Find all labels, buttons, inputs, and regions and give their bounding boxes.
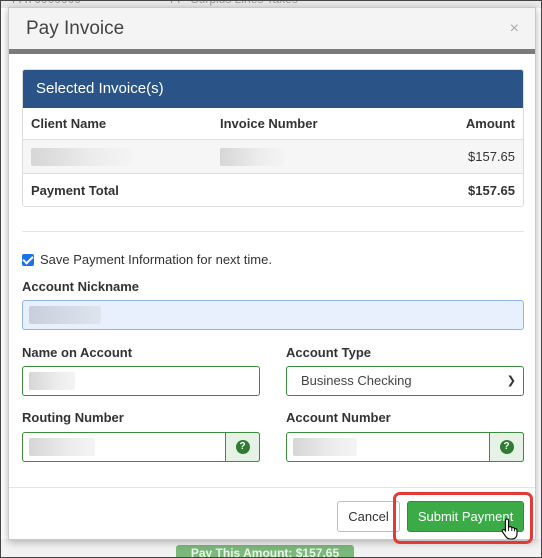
- save-info-option[interactable]: Save Payment Information for next time.: [22, 252, 272, 267]
- pay-invoice-modal: Pay Invoice × Selected Invoice(s) Client…: [8, 7, 536, 544]
- modal-header: Pay Invoice ×: [9, 8, 535, 54]
- account-nickname-label: Account Nickname: [22, 279, 140, 294]
- section-divider: [22, 231, 524, 232]
- routing-help-button[interactable]: ?: [225, 432, 260, 462]
- help-icon: ?: [235, 440, 250, 454]
- column-amount: Amount: [465, 116, 515, 131]
- payment-total-row: Payment Total $157.65: [23, 174, 523, 206]
- routing-number-label: Routing Number: [22, 410, 124, 425]
- hand-pointer-icon: [501, 518, 518, 540]
- invoice-number-cell: [220, 140, 284, 173]
- redacted-value: [220, 147, 284, 166]
- account-type-label: Account Type: [286, 345, 371, 360]
- cancel-button[interactable]: Cancel: [337, 501, 400, 532]
- account-nickname-input[interactable]: [22, 300, 524, 330]
- redacted-value: [293, 438, 357, 456]
- payment-total-value: $157.65: [468, 182, 515, 198]
- redacted-value: [31, 147, 133, 166]
- checkbox-checked-icon[interactable]: [22, 253, 34, 266]
- save-info-label: Save Payment Information for next time.: [40, 252, 272, 267]
- account-help-button[interactable]: ?: [489, 432, 524, 462]
- help-icon: ?: [499, 440, 514, 454]
- payment-total-label: Payment Total: [31, 182, 119, 198]
- table-row: $157.65: [23, 140, 523, 174]
- client-name-cell: [31, 140, 133, 173]
- column-client-name: Client Name: [31, 116, 107, 131]
- background-pay-button: Pay This Amount: $157.65: [176, 545, 354, 558]
- chevron-down-icon: ❯: [506, 375, 516, 387]
- redacted-value: [29, 438, 95, 456]
- selected-invoices-panel: Selected Invoice(s) Client Name Invoice …: [22, 69, 524, 207]
- redacted-value: [29, 372, 75, 390]
- account-type-value: Business Checking: [301, 373, 412, 388]
- account-type-select[interactable]: Business Checking ❯: [286, 366, 524, 396]
- footer-divider: [9, 487, 535, 488]
- amount-cell: $157.65: [468, 149, 515, 164]
- redacted-value: [29, 306, 101, 324]
- panel-heading: Selected Invoice(s): [23, 70, 523, 108]
- account-number-input[interactable]: ?: [286, 432, 524, 462]
- close-icon[interactable]: ×: [510, 20, 519, 38]
- modal-title: Pay Invoice: [26, 18, 125, 39]
- routing-number-input[interactable]: ?: [22, 432, 260, 462]
- table-header-row: Client Name Invoice Number Amount: [23, 108, 523, 140]
- column-invoice-number: Invoice Number: [220, 116, 318, 131]
- name-on-account-input[interactable]: [22, 366, 260, 396]
- name-on-account-label: Name on Account: [22, 345, 133, 360]
- account-number-label: Account Number: [286, 410, 391, 425]
